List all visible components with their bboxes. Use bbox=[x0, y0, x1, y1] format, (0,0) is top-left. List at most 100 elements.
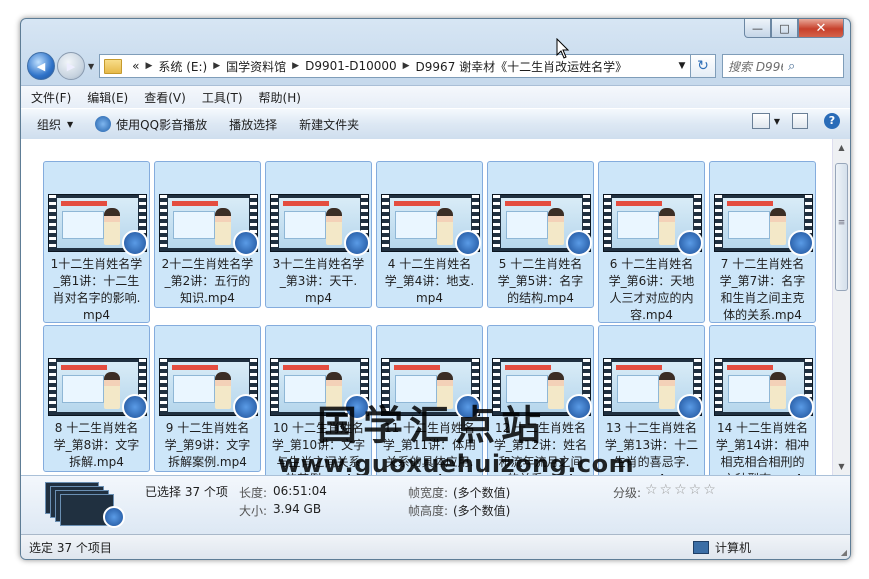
menu-file[interactable]: 文件(F) bbox=[31, 89, 71, 106]
file-tile[interactable]: 14 十二生肖姓名学_第14讲：相冲相克相合相刑的六种型态.mp4 bbox=[709, 325, 816, 475]
file-name-line: 13 十二生肖姓名 bbox=[605, 421, 698, 435]
menu-help[interactable]: 帮助(H) bbox=[259, 89, 301, 106]
slide-board bbox=[173, 375, 215, 403]
file-name-line: 学_第4讲：地支. bbox=[384, 274, 475, 288]
search-input[interactable]: 搜索 D996... bbox=[723, 58, 783, 75]
qq-player-badge-icon bbox=[788, 230, 814, 256]
slide-title-bar bbox=[394, 365, 440, 370]
explorer-window: — □ ✕ ◀ ▶ ▼ « ▶ 系统 (E:) ▶ 国学资料馆 ▶ D9901-… bbox=[20, 18, 851, 560]
vertical-scrollbar[interactable]: ▲ ≡ ▼ bbox=[832, 139, 850, 475]
close-button[interactable]: ✕ bbox=[798, 19, 844, 38]
navigation-row: ◀ ▶ ▼ « ▶ 系统 (E:) ▶ 国学资料馆 ▶ D9901-D10000… bbox=[27, 51, 844, 81]
file-tile[interactable]: 9 十二生肖姓名 学_第9讲：文字 拆解案例.mp4 bbox=[154, 325, 261, 472]
address-bar[interactable]: « ▶ 系统 (E:) ▶ 国学资料馆 ▶ D9901-D10000 ▶ D99… bbox=[99, 54, 691, 78]
file-tile[interactable]: 3十二生肖姓名学 _第3讲：天干. mp4 bbox=[265, 161, 372, 308]
qq-player-badge-icon bbox=[122, 230, 148, 256]
file-name-line: 容.mp4 bbox=[630, 308, 673, 322]
status-bar: 选定 37 个项目 计算机 ◢ bbox=[21, 534, 850, 559]
play-with-qq-label: 使用QQ影音播放 bbox=[116, 117, 208, 132]
recent-pages-dropdown[interactable]: ▼ bbox=[88, 62, 94, 71]
breadcrumb-library[interactable]: 国学资料馆 bbox=[220, 58, 292, 75]
refresh-button[interactable]: ↻ bbox=[691, 54, 716, 78]
slide-title-bar bbox=[61, 365, 107, 370]
scroll-thumb[interactable]: ≡ bbox=[835, 163, 848, 291]
minimize-button[interactable]: — bbox=[744, 19, 771, 38]
breadcrumb-drive[interactable]: 系统 (E:) bbox=[152, 58, 213, 75]
address-overflow-chevron[interactable]: « bbox=[126, 59, 145, 73]
size-value: 3.94 GB bbox=[273, 502, 322, 516]
file-name-line: 的结构.mp4 bbox=[507, 291, 574, 305]
file-name-line: 相克相合相刑的 bbox=[720, 455, 805, 469]
slide-board bbox=[173, 211, 215, 239]
file-name: 14 十二生肖姓名学_第14讲：相冲相克相合相刑的六种型态.mp4 bbox=[712, 420, 813, 475]
organize-button[interactable]: 组织 ▼ bbox=[37, 116, 73, 133]
qq-player-icon bbox=[95, 116, 112, 132]
watermark-url: www.guoxuehuizong.com bbox=[278, 450, 635, 475]
file-name-line: 拆解.mp4 bbox=[69, 455, 124, 469]
qq-player-badge-icon bbox=[122, 394, 148, 420]
file-tile[interactable]: 8 十二生肖姓名 学_第8讲：文字 拆解.mp4 bbox=[43, 325, 150, 472]
help-icon[interactable]: ? bbox=[824, 113, 840, 129]
resize-grip-icon[interactable]: ◢ bbox=[841, 548, 847, 557]
file-name-line: mp4 bbox=[305, 291, 332, 305]
play-with-qq-button[interactable]: 使用QQ影音播放 bbox=[95, 116, 207, 133]
scroll-up-icon[interactable]: ▲ bbox=[833, 139, 850, 156]
breadcrumb-separator-icon[interactable]: ▶ bbox=[292, 61, 299, 71]
forward-arrow-icon: ▶ bbox=[66, 59, 76, 73]
address-dropdown-icon[interactable]: ▼ bbox=[674, 61, 690, 71]
presenter-figure bbox=[326, 208, 342, 245]
play-selection-button[interactable]: 播放选择 bbox=[229, 116, 277, 133]
slide-title-bar bbox=[283, 365, 329, 370]
view-options-chevron-icon[interactable]: ▼ bbox=[774, 117, 780, 126]
file-name: 4 十二生肖姓名 学_第4讲：地支. mp4 bbox=[379, 256, 480, 307]
menu-tools[interactable]: 工具(T) bbox=[202, 89, 243, 106]
file-name-line: 4 十二生肖姓名 bbox=[387, 257, 472, 271]
file-tile[interactable]: 6 十二生肖姓名 学_第6讲：天地 人三才对应的内 容.mp4 bbox=[598, 161, 705, 323]
file-tile[interactable]: 2十二生肖姓名学 _第2讲：五行的 知识.mp4 bbox=[154, 161, 261, 308]
slide-title-bar bbox=[727, 365, 773, 370]
file-name-line: 人三才对应的内 bbox=[609, 291, 694, 305]
qq-player-badge-icon bbox=[566, 394, 592, 420]
slide-title-bar bbox=[505, 365, 551, 370]
presenter-figure bbox=[104, 372, 120, 409]
menu-edit[interactable]: 编辑(E) bbox=[87, 89, 128, 106]
file-name-line: mp4 bbox=[416, 291, 443, 305]
back-button[interactable]: ◀ bbox=[27, 52, 55, 80]
search-icon[interactable]: ⌕ bbox=[783, 59, 843, 74]
breadcrumb-current-folder[interactable]: D9967 谢幸材《十二生肖改运姓名学》 bbox=[410, 58, 634, 75]
slide-title-bar bbox=[61, 201, 107, 206]
scroll-down-icon[interactable]: ▼ bbox=[833, 458, 850, 475]
breadcrumb-separator-icon[interactable]: ▶ bbox=[403, 61, 410, 71]
file-name-line: 6 十二生肖姓名 bbox=[609, 257, 694, 271]
film-strip bbox=[160, 195, 167, 251]
file-name-line: 学_第5讲：名字 bbox=[497, 274, 584, 288]
caption-buttons: — □ ✕ bbox=[744, 19, 844, 38]
presenter-figure bbox=[104, 208, 120, 245]
maximize-button[interactable]: □ bbox=[771, 19, 798, 38]
breadcrumb-separator-icon[interactable]: ▶ bbox=[146, 61, 153, 71]
file-tile[interactable]: 5 十二生肖姓名 学_第5讲：名字 的结构.mp4 bbox=[487, 161, 594, 308]
file-name-line: 和生肖之间主克 bbox=[720, 291, 805, 305]
frame-width-value: (多个数值) bbox=[453, 486, 511, 500]
file-name-line: 2十二生肖姓名学 bbox=[161, 257, 254, 271]
rating-stars[interactable]: ☆☆☆☆☆ bbox=[645, 482, 718, 498]
forward-button[interactable]: ▶ bbox=[57, 52, 85, 80]
breadcrumb-separator-icon[interactable]: ▶ bbox=[213, 61, 220, 71]
file-name-line: 学_第7讲：名字 bbox=[719, 274, 806, 288]
preview-pane-icon[interactable] bbox=[792, 113, 808, 129]
file-tile[interactable]: 7 十二生肖姓名 学_第7讲：名字 和生肖之间主克 体的关系.mp4 bbox=[709, 161, 816, 323]
menu-view[interactable]: 查看(V) bbox=[144, 89, 186, 106]
qq-player-badge-icon bbox=[233, 394, 259, 420]
file-name-line: 9 十二生肖姓名 bbox=[165, 421, 250, 435]
film-strip bbox=[271, 195, 278, 251]
file-tile[interactable]: 4 十二生肖姓名 学_第4讲：地支. mp4 bbox=[376, 161, 483, 308]
new-folder-button[interactable]: 新建文件夹 bbox=[299, 116, 359, 133]
search-box[interactable]: 搜索 D996... ⌕ bbox=[722, 54, 844, 78]
breadcrumb-range[interactable]: D9901-D10000 bbox=[299, 59, 403, 73]
file-name-line: 肖对名字的影响. bbox=[52, 291, 141, 305]
file-list: 1十二生肖姓名学 _第1讲：十二生 肖对名字的影响. mp4 2十二生肖姓名学 _第2讲：… bbox=[21, 139, 850, 475]
file-tile[interactable]: 1十二生肖姓名学 _第1讲：十二生 肖对名字的影响. mp4 bbox=[43, 161, 150, 323]
slide-title-bar bbox=[616, 201, 662, 206]
file-name-line: 知识.mp4 bbox=[180, 291, 235, 305]
change-view-icon[interactable] bbox=[751, 113, 770, 129]
